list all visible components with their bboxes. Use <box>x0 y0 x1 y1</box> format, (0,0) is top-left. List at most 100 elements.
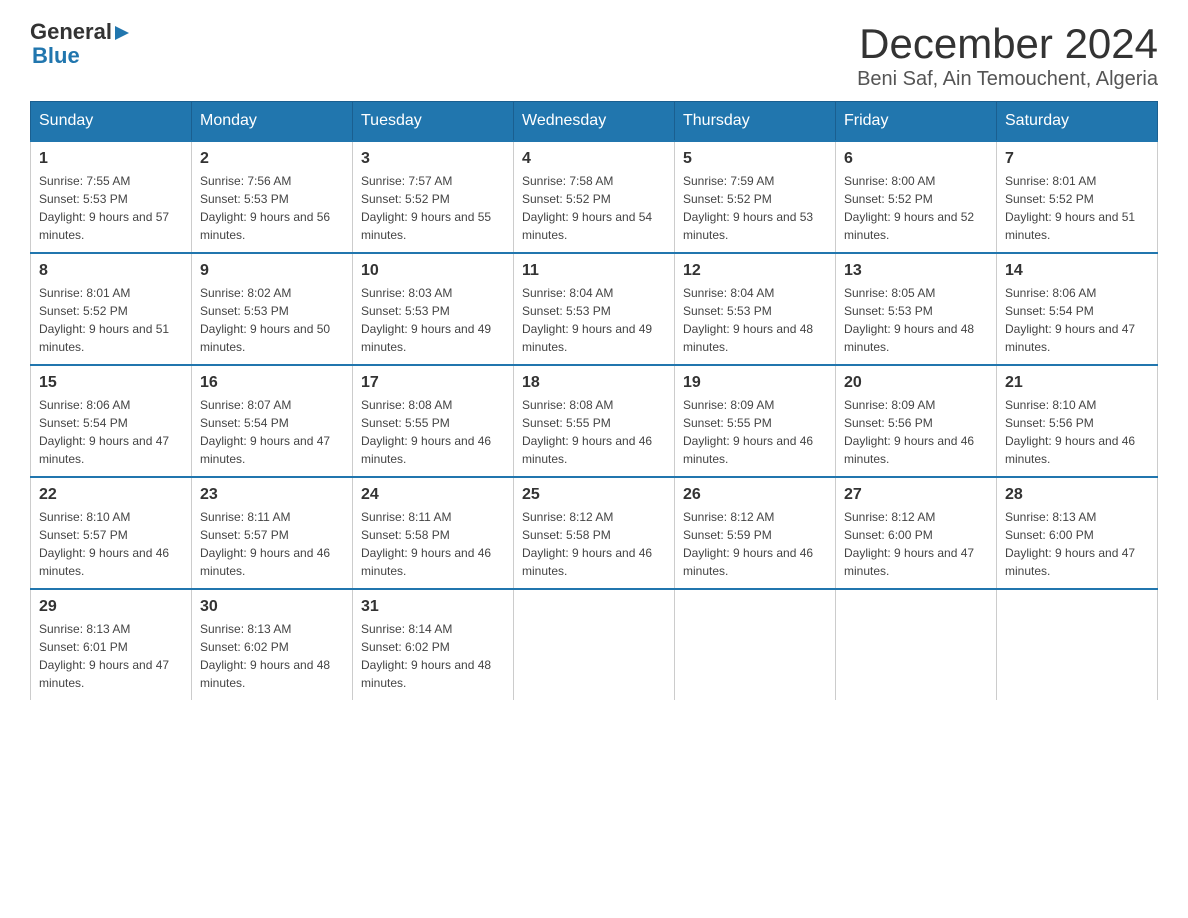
day-info: Sunrise: 8:06 AM Sunset: 5:54 PM Dayligh… <box>39 396 183 468</box>
calendar-cell <box>997 589 1158 700</box>
calendar-cell <box>675 589 836 700</box>
calendar-cell: 27 Sunrise: 8:12 AM Sunset: 6:00 PM Dayl… <box>836 477 997 589</box>
calendar-cell: 22 Sunrise: 8:10 AM Sunset: 5:57 PM Dayl… <box>31 477 192 589</box>
calendar-cell: 1 Sunrise: 7:55 AM Sunset: 5:53 PM Dayli… <box>31 141 192 253</box>
day-info: Sunrise: 7:55 AM Sunset: 5:53 PM Dayligh… <box>39 172 183 244</box>
calendar-cell: 12 Sunrise: 8:04 AM Sunset: 5:53 PM Dayl… <box>675 253 836 365</box>
day-number: 27 <box>844 486 988 504</box>
day-info: Sunrise: 8:01 AM Sunset: 5:52 PM Dayligh… <box>39 284 183 356</box>
calendar-cell: 6 Sunrise: 8:00 AM Sunset: 5:52 PM Dayli… <box>836 141 997 253</box>
day-number: 18 <box>522 374 666 392</box>
calendar-cell: 4 Sunrise: 7:58 AM Sunset: 5:52 PM Dayli… <box>514 141 675 253</box>
day-info: Sunrise: 7:57 AM Sunset: 5:52 PM Dayligh… <box>361 172 505 244</box>
calendar-cell: 2 Sunrise: 7:56 AM Sunset: 5:53 PM Dayli… <box>192 141 353 253</box>
day-number: 7 <box>1005 150 1149 168</box>
day-info: Sunrise: 8:09 AM Sunset: 5:55 PM Dayligh… <box>683 396 827 468</box>
day-header-monday: Monday <box>192 102 353 142</box>
calendar-cell: 21 Sunrise: 8:10 AM Sunset: 5:56 PM Dayl… <box>997 365 1158 477</box>
day-number: 13 <box>844 262 988 280</box>
calendar-cell: 24 Sunrise: 8:11 AM Sunset: 5:58 PM Dayl… <box>353 477 514 589</box>
day-number: 24 <box>361 486 505 504</box>
month-title: December 2024 <box>857 20 1158 68</box>
day-info: Sunrise: 8:13 AM Sunset: 6:00 PM Dayligh… <box>1005 508 1149 580</box>
calendar-cell: 7 Sunrise: 8:01 AM Sunset: 5:52 PM Dayli… <box>997 141 1158 253</box>
calendar-cell: 3 Sunrise: 7:57 AM Sunset: 5:52 PM Dayli… <box>353 141 514 253</box>
calendar-cell: 23 Sunrise: 8:11 AM Sunset: 5:57 PM Dayl… <box>192 477 353 589</box>
day-info: Sunrise: 8:04 AM Sunset: 5:53 PM Dayligh… <box>683 284 827 356</box>
day-number: 10 <box>361 262 505 280</box>
logo-general: General <box>30 20 112 44</box>
calendar-cell: 20 Sunrise: 8:09 AM Sunset: 5:56 PM Dayl… <box>836 365 997 477</box>
day-number: 14 <box>1005 262 1149 280</box>
day-info: Sunrise: 8:06 AM Sunset: 5:54 PM Dayligh… <box>1005 284 1149 356</box>
day-number: 2 <box>200 150 344 168</box>
day-info: Sunrise: 8:07 AM Sunset: 5:54 PM Dayligh… <box>200 396 344 468</box>
day-number: 21 <box>1005 374 1149 392</box>
calendar-cell <box>836 589 997 700</box>
day-info: Sunrise: 8:04 AM Sunset: 5:53 PM Dayligh… <box>522 284 666 356</box>
day-info: Sunrise: 8:12 AM Sunset: 5:58 PM Dayligh… <box>522 508 666 580</box>
calendar-header-row: SundayMondayTuesdayWednesdayThursdayFrid… <box>31 102 1158 142</box>
day-number: 28 <box>1005 486 1149 504</box>
day-number: 5 <box>683 150 827 168</box>
calendar-cell: 15 Sunrise: 8:06 AM Sunset: 5:54 PM Dayl… <box>31 365 192 477</box>
day-number: 30 <box>200 598 344 616</box>
day-number: 11 <box>522 262 666 280</box>
day-info: Sunrise: 8:09 AM Sunset: 5:56 PM Dayligh… <box>844 396 988 468</box>
day-info: Sunrise: 8:12 AM Sunset: 6:00 PM Dayligh… <box>844 508 988 580</box>
day-info: Sunrise: 8:14 AM Sunset: 6:02 PM Dayligh… <box>361 620 505 692</box>
day-info: Sunrise: 8:13 AM Sunset: 6:01 PM Dayligh… <box>39 620 183 692</box>
day-number: 16 <box>200 374 344 392</box>
calendar-week-row: 29 Sunrise: 8:13 AM Sunset: 6:01 PM Dayl… <box>31 589 1158 700</box>
day-header-tuesday: Tuesday <box>353 102 514 142</box>
day-header-thursday: Thursday <box>675 102 836 142</box>
calendar-cell: 5 Sunrise: 7:59 AM Sunset: 5:52 PM Dayli… <box>675 141 836 253</box>
calendar-cell: 14 Sunrise: 8:06 AM Sunset: 5:54 PM Dayl… <box>997 253 1158 365</box>
day-info: Sunrise: 8:08 AM Sunset: 5:55 PM Dayligh… <box>522 396 666 468</box>
day-info: Sunrise: 8:08 AM Sunset: 5:55 PM Dayligh… <box>361 396 505 468</box>
day-number: 22 <box>39 486 183 504</box>
logo-arrow-icon <box>113 24 131 42</box>
day-number: 6 <box>844 150 988 168</box>
calendar-cell: 19 Sunrise: 8:09 AM Sunset: 5:55 PM Dayl… <box>675 365 836 477</box>
logo-text: General Blue <box>30 20 131 68</box>
day-info: Sunrise: 7:59 AM Sunset: 5:52 PM Dayligh… <box>683 172 827 244</box>
calendar-cell: 18 Sunrise: 8:08 AM Sunset: 5:55 PM Dayl… <box>514 365 675 477</box>
calendar-cell: 13 Sunrise: 8:05 AM Sunset: 5:53 PM Dayl… <box>836 253 997 365</box>
calendar-week-row: 22 Sunrise: 8:10 AM Sunset: 5:57 PM Dayl… <box>31 477 1158 589</box>
day-number: 29 <box>39 598 183 616</box>
day-info: Sunrise: 8:11 AM Sunset: 5:57 PM Dayligh… <box>200 508 344 580</box>
calendar-cell: 10 Sunrise: 8:03 AM Sunset: 5:53 PM Dayl… <box>353 253 514 365</box>
day-number: 8 <box>39 262 183 280</box>
day-number: 19 <box>683 374 827 392</box>
day-info: Sunrise: 8:00 AM Sunset: 5:52 PM Dayligh… <box>844 172 988 244</box>
calendar-cell: 8 Sunrise: 8:01 AM Sunset: 5:52 PM Dayli… <box>31 253 192 365</box>
day-info: Sunrise: 8:12 AM Sunset: 5:59 PM Dayligh… <box>683 508 827 580</box>
day-info: Sunrise: 8:05 AM Sunset: 5:53 PM Dayligh… <box>844 284 988 356</box>
calendar-cell: 9 Sunrise: 8:02 AM Sunset: 5:53 PM Dayli… <box>192 253 353 365</box>
calendar-cell: 17 Sunrise: 8:08 AM Sunset: 5:55 PM Dayl… <box>353 365 514 477</box>
calendar-week-row: 8 Sunrise: 8:01 AM Sunset: 5:52 PM Dayli… <box>31 253 1158 365</box>
logo-blue: Blue <box>32 43 80 68</box>
day-header-sunday: Sunday <box>31 102 192 142</box>
day-number: 15 <box>39 374 183 392</box>
day-number: 31 <box>361 598 505 616</box>
calendar-cell: 26 Sunrise: 8:12 AM Sunset: 5:59 PM Dayl… <box>675 477 836 589</box>
calendar-week-row: 15 Sunrise: 8:06 AM Sunset: 5:54 PM Dayl… <box>31 365 1158 477</box>
day-number: 17 <box>361 374 505 392</box>
day-info: Sunrise: 8:10 AM Sunset: 5:57 PM Dayligh… <box>39 508 183 580</box>
day-header-saturday: Saturday <box>997 102 1158 142</box>
location-subtitle: Beni Saf, Ain Temouchent, Algeria <box>857 68 1158 91</box>
page-header: General Blue December 2024 Beni Saf, Ain… <box>30 20 1158 91</box>
calendar-cell <box>514 589 675 700</box>
calendar-cell: 30 Sunrise: 8:13 AM Sunset: 6:02 PM Dayl… <box>192 589 353 700</box>
day-info: Sunrise: 8:02 AM Sunset: 5:53 PM Dayligh… <box>200 284 344 356</box>
calendar-cell: 28 Sunrise: 8:13 AM Sunset: 6:00 PM Dayl… <box>997 477 1158 589</box>
day-info: Sunrise: 8:01 AM Sunset: 5:52 PM Dayligh… <box>1005 172 1149 244</box>
title-block: December 2024 Beni Saf, Ain Temouchent, … <box>857 20 1158 91</box>
day-number: 25 <box>522 486 666 504</box>
calendar-table: SundayMondayTuesdayWednesdayThursdayFrid… <box>30 101 1158 700</box>
day-header-friday: Friday <box>836 102 997 142</box>
calendar-week-row: 1 Sunrise: 7:55 AM Sunset: 5:53 PM Dayli… <box>31 141 1158 253</box>
day-info: Sunrise: 7:58 AM Sunset: 5:52 PM Dayligh… <box>522 172 666 244</box>
